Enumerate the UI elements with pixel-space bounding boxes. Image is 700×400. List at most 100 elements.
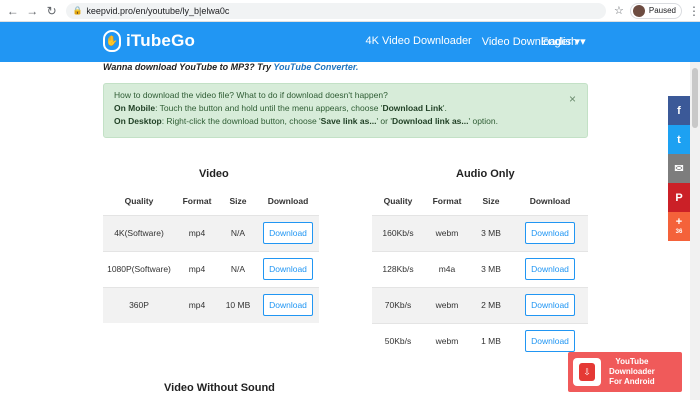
- download-button[interactable]: Download: [263, 222, 313, 244]
- download-cell: Download: [512, 286, 588, 323]
- promo-label: Wanna download YouTube to MP3? Try: [103, 62, 272, 72]
- quality-cell: 160Kb/s: [372, 214, 424, 251]
- table-row: 360P mp4 10 MB Download: [103, 286, 319, 323]
- facebook-icon[interactable]: f: [668, 96, 690, 125]
- download-button[interactable]: Download: [525, 330, 575, 353]
- table-row: 70Kb/s webm 2 MB Download: [372, 286, 588, 323]
- back-icon[interactable]: ←: [6, 4, 19, 18]
- notice-mobile: On Mobile: Touch the button and hold unt…: [114, 102, 577, 115]
- site-header: ✋ iTubeGo 4K Video Downloader Video Down…: [0, 22, 700, 62]
- logo-text: iTubeGo: [126, 31, 196, 50]
- video-table-header: Quality Format Size Download: [103, 187, 319, 215]
- app-icon: ⇩: [573, 358, 601, 386]
- profile-status: Paused: [648, 6, 676, 15]
- audio-table-header: Quality Format Size Download: [372, 187, 588, 215]
- youtube-converter-link[interactable]: YouTube Converter.: [273, 62, 358, 72]
- share-count: 36: [675, 228, 683, 235]
- pinterest-icon[interactable]: P: [668, 183, 690, 212]
- quality-cell: 4K(Software): [103, 214, 175, 251]
- mobile-text: : Touch the button and hold until the me…: [155, 103, 383, 113]
- plus-icon: +: [675, 215, 683, 228]
- page-scrollbar[interactable]: [690, 62, 700, 400]
- audio-table: Quality Format Size Download 160Kb/s web…: [372, 187, 588, 359]
- avatar: [632, 4, 645, 17]
- table-row: 128Kb/s m4a 3 MB Download: [372, 250, 588, 287]
- download-button[interactable]: Download: [525, 222, 575, 244]
- lock-icon: 🔒: [72, 6, 83, 15]
- size-cell: 10 MB: [219, 286, 257, 323]
- table-row: 50Kb/s webm 1 MB Download: [372, 322, 588, 359]
- close-icon[interactable]: ×: [569, 93, 576, 106]
- col-format: Format: [175, 187, 219, 215]
- save-link-label: Save link as...: [320, 116, 377, 126]
- quality-cell: 1080P(Software): [103, 250, 175, 287]
- size-cell: 1 MB: [470, 322, 512, 359]
- quality-cell: 360P: [103, 286, 175, 323]
- twitter-icon[interactable]: t: [668, 125, 690, 154]
- url-text: keepvid.pro/en/youtube/ly_b|elwa0c: [86, 5, 230, 16]
- format-cell: mp4: [175, 286, 219, 323]
- table-row: 4K(Software) mp4 N/A Download: [103, 214, 319, 251]
- menu-kebab-icon[interactable]: ⋮: [688, 4, 700, 18]
- app-promo-line2: Downloader: [609, 367, 655, 376]
- forward-icon[interactable]: →: [25, 4, 38, 18]
- download-help-notice: How to download the video file? What to …: [103, 83, 588, 138]
- profile-button[interactable]: Paused: [629, 2, 682, 19]
- desktop-text-end: ' option.: [468, 116, 498, 126]
- notice-desktop: On Desktop: Right-click the download but…: [114, 115, 577, 128]
- site-logo[interactable]: ✋ iTubeGo: [103, 30, 195, 52]
- bookmark-star-icon[interactable]: ☆: [614, 4, 624, 17]
- email-icon[interactable]: ✉: [668, 154, 690, 183]
- size-cell: N/A: [219, 214, 257, 251]
- nav-4k-video-downloader[interactable]: 4K Video Downloader: [366, 35, 472, 48]
- format-cell: mp4: [175, 250, 219, 287]
- scrollbar-thumb[interactable]: [692, 68, 698, 128]
- language-selector[interactable]: English ▾: [541, 35, 586, 48]
- download-button[interactable]: Download: [263, 258, 313, 280]
- quality-cell: 50Kb/s: [372, 322, 424, 359]
- mobile-download-link-label: Download Link: [382, 103, 443, 113]
- app-promo-line1: YouTube: [615, 357, 649, 366]
- col-size: Size: [219, 187, 257, 215]
- desktop-text: : Right-click the download button, choos…: [161, 116, 321, 126]
- format-cell: webm: [424, 322, 470, 359]
- col-download: Download: [512, 187, 588, 215]
- app-promo-line3: For Android: [609, 377, 655, 386]
- download-link-as-label: Download link as...: [391, 116, 469, 126]
- col-quality: Quality: [103, 187, 175, 215]
- size-cell: 2 MB: [470, 286, 512, 323]
- desktop-text-or: ' or ': [376, 116, 392, 126]
- app-promo-text: YouTube Downloader For Android: [609, 357, 655, 387]
- table-row: 160Kb/s webm 3 MB Download: [372, 214, 588, 251]
- video-without-sound-title: Video Without Sound: [164, 382, 275, 394]
- android-app-promo[interactable]: ⇩ YouTube Downloader For Android: [568, 352, 682, 392]
- download-cell: Download: [512, 214, 588, 251]
- download-app-icon: ⇩: [579, 363, 595, 381]
- quality-cell: 70Kb/s: [372, 286, 424, 323]
- mobile-label: On Mobile: [114, 103, 156, 113]
- col-download: Download: [257, 187, 319, 215]
- size-cell: 3 MB: [470, 250, 512, 287]
- promo-text: Wanna download YouTube to MP3? Try YouTu…: [103, 62, 358, 72]
- desktop-label: On Desktop: [114, 116, 162, 126]
- download-button[interactable]: Download: [525, 258, 575, 280]
- download-button[interactable]: Download: [525, 294, 575, 316]
- quality-cell: 128Kb/s: [372, 250, 424, 287]
- col-size: Size: [470, 187, 512, 215]
- table-row: 1080P(Software) mp4 N/A Download: [103, 250, 319, 287]
- more-share-button[interactable]: + 36: [668, 212, 690, 241]
- format-cell: webm: [424, 286, 470, 323]
- download-cell: Download: [257, 250, 319, 287]
- download-cell: Download: [257, 214, 319, 251]
- col-format: Format: [424, 187, 470, 215]
- download-cell: Download: [257, 286, 319, 323]
- format-cell: m4a: [424, 250, 470, 287]
- reload-icon[interactable]: ↻: [45, 4, 58, 18]
- download-button[interactable]: Download: [263, 294, 313, 317]
- format-cell: webm: [424, 214, 470, 251]
- hand-logo-icon: ✋: [103, 30, 121, 52]
- video-table: Quality Format Size Download 4K(Software…: [103, 187, 319, 323]
- address-bar[interactable]: 🔒 keepvid.pro/en/youtube/ly_b|elwa0c: [66, 2, 606, 19]
- video-section-title: Video: [199, 168, 229, 180]
- notice-question: How to download the video file? What to …: [114, 90, 388, 100]
